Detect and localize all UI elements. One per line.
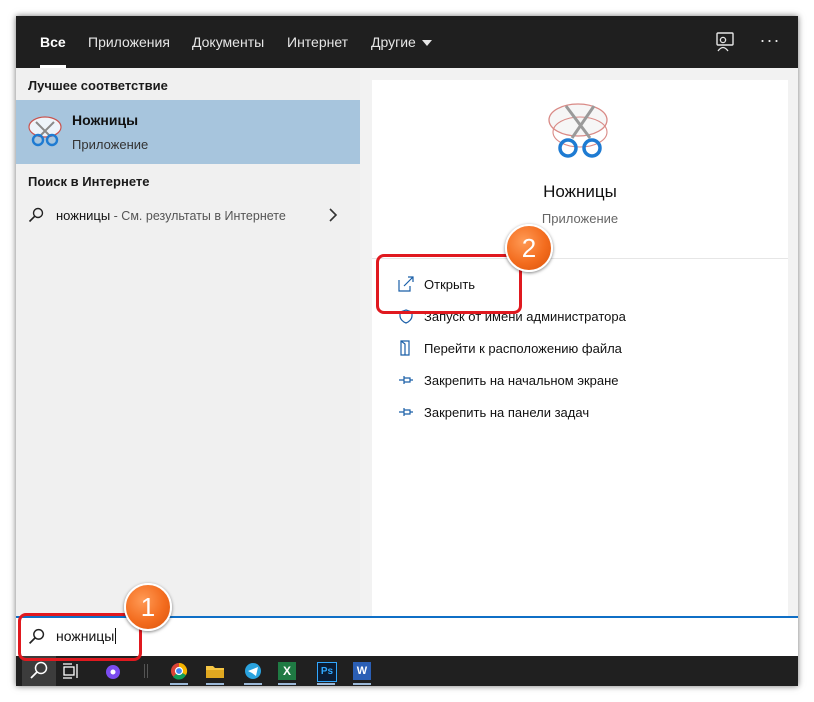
app-preview-header: Ножницы Приложение (372, 80, 788, 259)
filter-tab-bar: Все Приложения Документы Интернет Другие… (16, 16, 798, 68)
photoshop-icon[interactable]: Ps (317, 662, 337, 682)
open-action-highlight (376, 254, 522, 314)
word-running-indicator (353, 683, 371, 685)
chrome-icon[interactable] (168, 660, 190, 682)
tab-all[interactable]: Все (40, 16, 66, 68)
more-options-icon[interactable]: ··· (758, 28, 782, 52)
feedback-icon[interactable] (713, 30, 737, 54)
telegram-running-indicator (244, 683, 262, 685)
tab-other[interactable]: Другие (371, 16, 432, 68)
snipping-tool-large-icon (548, 103, 608, 158)
chevron-right-icon[interactable] (328, 208, 338, 222)
best-match-result[interactable]: Ножницы Приложение (16, 100, 360, 164)
word-icon[interactable]: W (353, 662, 371, 680)
web-result-suffix: - См. результаты в Интернете (110, 209, 286, 223)
taskbar-divider (144, 664, 148, 678)
best-match-heading: Лучшее соответствие (28, 78, 168, 93)
snipping-tool-icon (28, 116, 62, 147)
photoshop-running-indicator (317, 683, 335, 685)
app-name: Ножницы (543, 182, 617, 201)
results-pane: Лучшее соответствие Ножницы Приложение П… (16, 68, 360, 616)
search-box-highlight (18, 613, 142, 661)
best-match-type: Приложение (72, 137, 149, 152)
action-open-file-location[interactable]: Перейти к расположению файла (398, 338, 778, 360)
web-result-query: ножницы (56, 208, 111, 223)
preview-pane: Ножницы Приложение Открыть Запуск от име… (372, 80, 788, 616)
search-icon (28, 207, 44, 223)
step-2-badge: 2 (505, 224, 553, 272)
excel-running-indicator (278, 683, 296, 685)
explorer-running-indicator (206, 683, 224, 685)
pin-icon (399, 376, 413, 384)
telegram-icon[interactable] (242, 660, 264, 682)
best-match-name: Ножницы (72, 112, 139, 128)
app-type: Приложение (541, 211, 619, 226)
step-1-badge: 1 (124, 583, 172, 631)
excel-icon[interactable]: X (278, 662, 296, 680)
action-pin-to-start-label: Закрепить на начальном экране (424, 373, 619, 388)
file-explorer-icon[interactable] (204, 660, 226, 682)
file-location-icon (400, 340, 410, 356)
web-search-heading: Поиск в Интернете (28, 174, 150, 189)
pin-icon (399, 408, 413, 416)
search-icon[interactable] (28, 660, 50, 682)
chevron-down-icon (421, 40, 432, 47)
tab-documents[interactable]: Документы (192, 16, 264, 68)
search-window: Все Приложения Документы Интернет Другие… (16, 16, 798, 686)
web-search-result[interactable]: ножницы - См. результаты в Интернете (16, 198, 360, 232)
chrome-running-indicator (170, 683, 188, 685)
tab-internet[interactable]: Интернет (287, 16, 348, 68)
action-pin-to-start[interactable]: Закрепить на начальном экране (398, 370, 778, 392)
action-pin-to-taskbar-label: Закрепить на панели задач (424, 405, 590, 420)
task-view-icon[interactable] (60, 660, 82, 682)
action-open-file-location-label: Перейти к расположению файла (424, 341, 622, 356)
tab-apps[interactable]: Приложения (88, 16, 170, 68)
alice-icon[interactable] (102, 660, 124, 682)
action-pin-to-taskbar[interactable]: Закрепить на панели задач (398, 402, 778, 424)
